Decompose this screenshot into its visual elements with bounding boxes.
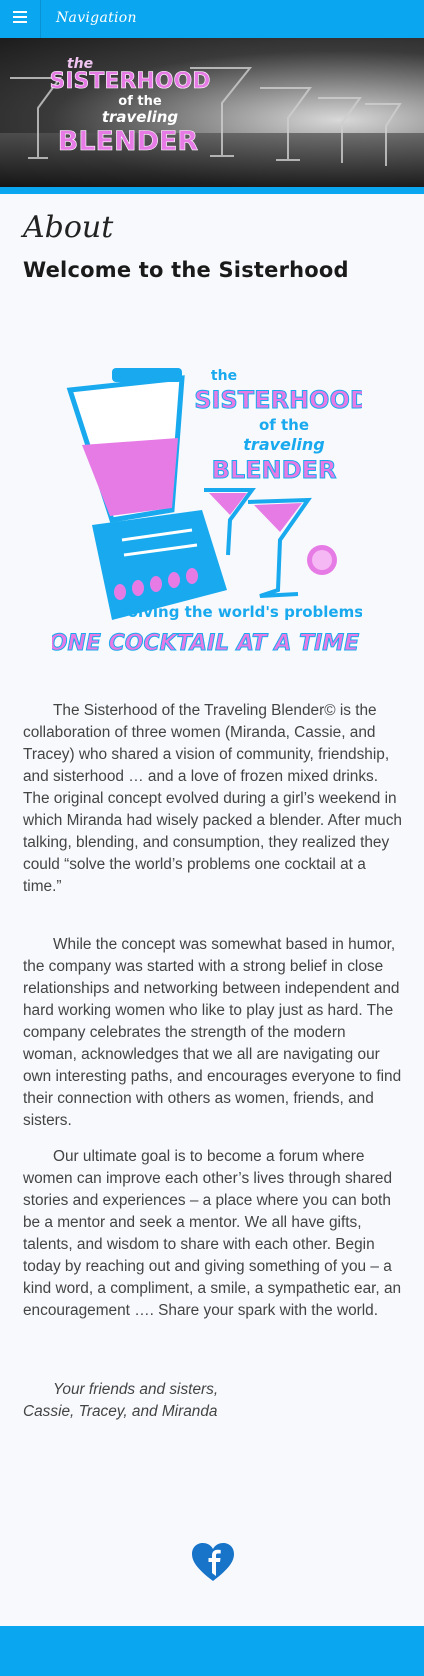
- about-paragraph-1: The Sisterhood of the Traveling Blender©…: [23, 702, 402, 895]
- top-nav-bar: Navigation: [0, 0, 424, 38]
- signature-line-2: Cassie, Tracey, and Miranda: [23, 1403, 218, 1420]
- facebook-link[interactable]: [192, 1543, 234, 1583]
- about-paragraph-2: While the concept was somewhat based in …: [23, 936, 402, 1129]
- hero-logo-traveling: traveling: [102, 108, 179, 126]
- hero-logo-sisterhood: SISTERHOOD: [50, 69, 211, 94]
- logo-tagline-1: Solving the world's problems: [117, 603, 362, 621]
- hero-divider: [0, 187, 424, 194]
- navigation-label[interactable]: Navigation: [56, 10, 137, 26]
- about-paragraph-3: Our ultimate goal is to become a forum w…: [23, 1148, 402, 1319]
- page-subtitle: Welcome to the Sisterhood: [23, 258, 349, 282]
- hamburger-icon: [13, 10, 27, 28]
- logo-text-blender: BLENDER: [212, 456, 337, 484]
- footer-bar: [0, 1626, 424, 1676]
- logo-text-of-the: of the: [259, 416, 309, 434]
- signature: Your friends and sisters, Cassie, Tracey…: [23, 1379, 218, 1423]
- logo-text-traveling: traveling: [243, 435, 324, 454]
- hero-image: the SISTERHOOD of the traveling BLENDER: [0, 56, 424, 187]
- logo-tagline-2: ONE COCKTAIL AT A TIME: [52, 631, 359, 656]
- facebook-heart-icon: [192, 1543, 234, 1581]
- logo-text-sisterhood: SISTERHOOD: [194, 386, 362, 414]
- signature-line-1: Your friends and sisters,: [53, 1381, 219, 1398]
- hero-logo-blender: BLENDER: [58, 126, 199, 157]
- logo-text-the: the: [211, 368, 237, 384]
- hero-logo-of-the: of the: [118, 94, 162, 109]
- page-title: About: [23, 210, 114, 245]
- sisterhood-logo-image: the SISTERHOOD of the traveling BLENDER …: [52, 368, 362, 657]
- martini-glass-icon: [204, 488, 337, 598]
- menu-button[interactable]: [0, 0, 41, 38]
- hero-banner: the SISTERHOOD of the traveling BLENDER: [0, 38, 424, 187]
